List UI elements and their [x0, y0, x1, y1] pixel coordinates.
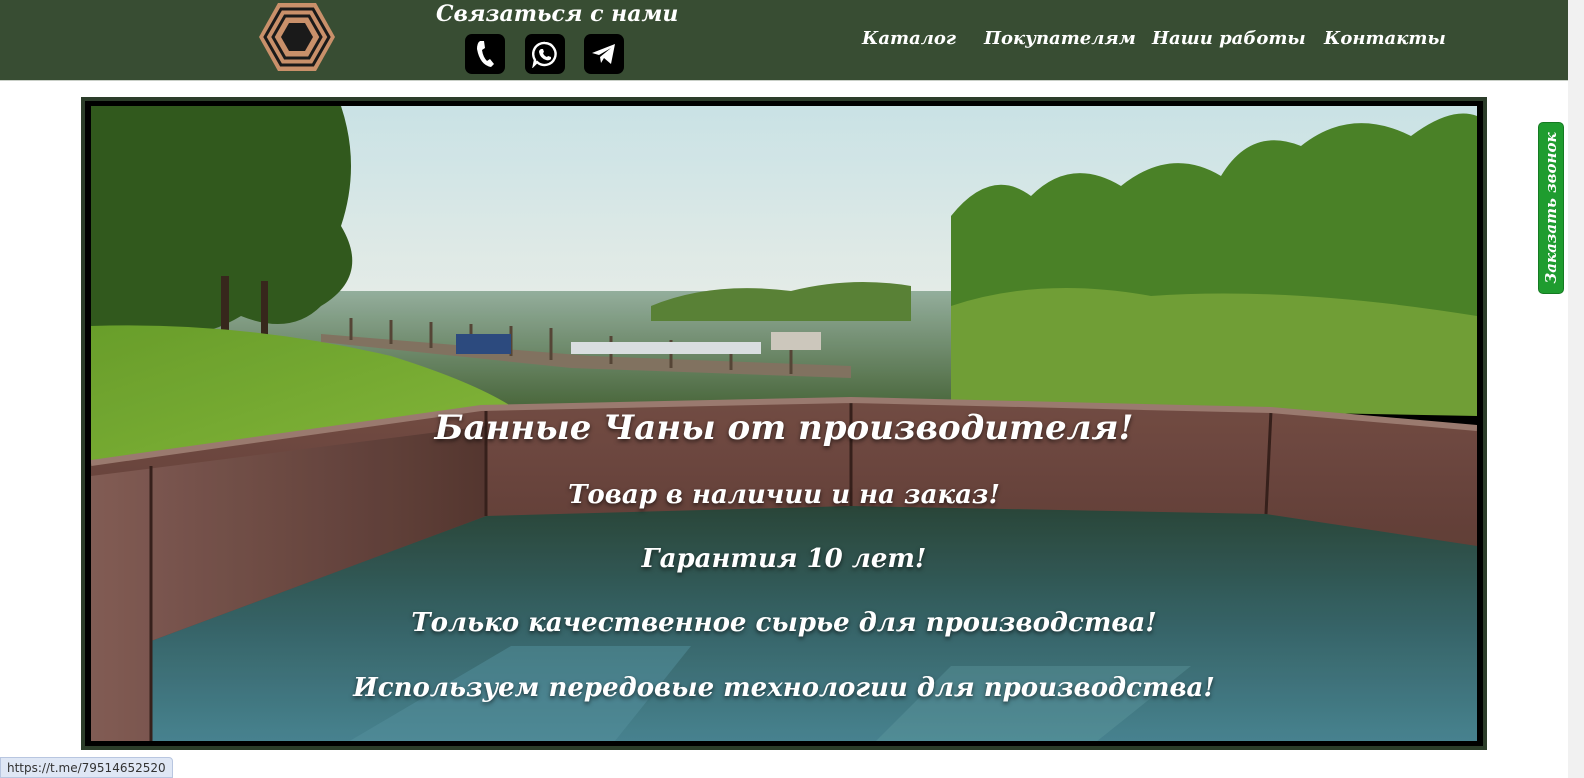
nav-buyers[interactable]: Покупателям — [984, 26, 1136, 52]
contact-title: Связаться с нами — [436, 1, 679, 27]
logo-hexagon-icon[interactable] — [258, 2, 336, 72]
hero-line-quality: Только качественное сырье для производст… — [411, 608, 1157, 638]
hero-title: Банные Чаны от производителя! — [434, 408, 1134, 448]
hero-banner: Банные Чаны от производителя! Товар в на… — [91, 106, 1477, 741]
nav-catalog[interactable]: Каталог — [862, 26, 956, 52]
page-scrollbar[interactable] — [1568, 0, 1584, 778]
whatsapp-icon[interactable] — [525, 34, 565, 74]
nav-contacts[interactable]: Контакты — [1324, 26, 1446, 52]
hero-line-stock: Товар в наличии и на заказ! — [568, 480, 1000, 510]
hero-line-warranty: Гарантия 10 лет! — [641, 544, 927, 574]
callback-label: Заказать звонок — [1542, 132, 1560, 284]
status-bar-url: https://t.me/79514652520 — [0, 757, 173, 778]
nav-our-works[interactable]: Наши работы — [1152, 26, 1306, 52]
callback-button[interactable]: Заказать звонок — [1538, 122, 1564, 294]
phone-icon[interactable] — [465, 34, 505, 74]
site-header: Связаться с нами Каталог Покупателям Наш… — [0, 0, 1568, 81]
telegram-icon[interactable] — [584, 34, 624, 74]
hero-line-technology: Используем передовые технологии для прои… — [353, 673, 1215, 703]
